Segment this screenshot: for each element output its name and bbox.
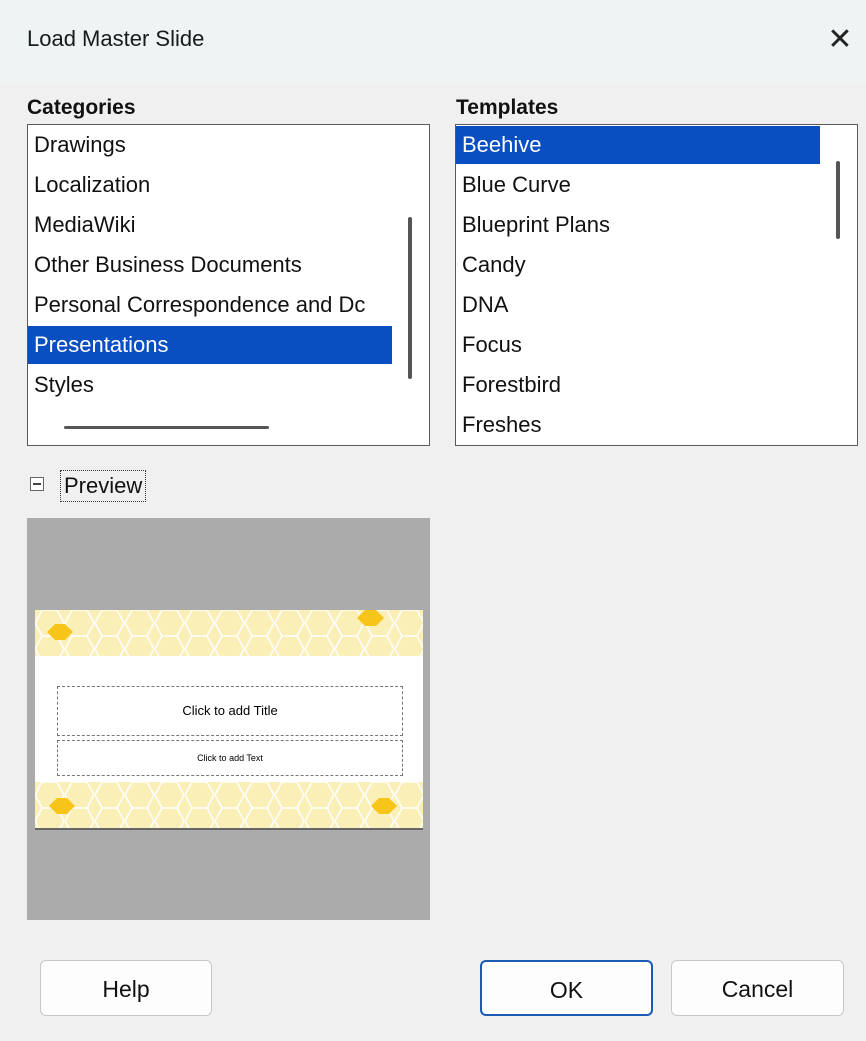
cancel-button[interactable]: Cancel xyxy=(671,960,844,1016)
templates-item[interactable]: Focus xyxy=(462,326,522,364)
slide-text-placeholder: Click to add Text xyxy=(57,740,403,776)
categories-item[interactable]: Presentations xyxy=(28,326,392,364)
categories-list[interactable]: Drawings Localization MediaWiki Other Busin… xyxy=(27,124,430,446)
categories-item[interactable]: MediaWiki xyxy=(34,206,135,244)
ok-button[interactable]: OK xyxy=(480,960,653,1016)
categories-item[interactable]: Personal Correspondence and Dc xyxy=(34,286,365,324)
categories-item[interactable]: Drawings xyxy=(34,126,126,164)
close-icon[interactable]: ✕ xyxy=(822,22,858,58)
templates-item[interactable]: Forestbird xyxy=(462,366,561,404)
categories-item[interactable]: Styles xyxy=(34,366,94,404)
dialog-title: Load Master Slide xyxy=(27,26,205,51)
templates-item[interactable]: Beehive xyxy=(456,126,820,164)
title-bar: Load Master Slide ✕ xyxy=(0,0,866,82)
templates-list[interactable]: Beehive Blue Curve Blueprint Plans Candy DNA… xyxy=(455,124,858,446)
templates-vertical-scrollbar[interactable] xyxy=(836,161,840,239)
honeycomb-bottom-band xyxy=(35,782,423,828)
categories-item[interactable]: Localization xyxy=(34,166,150,204)
preview-pane: Click to add Title Click to add Text xyxy=(27,518,430,920)
preview-toggle[interactable]: Preview xyxy=(60,470,147,502)
slide-title-placeholder: Click to add Title xyxy=(57,686,403,736)
templates-item[interactable]: DNA xyxy=(462,286,508,324)
collapse-icon[interactable] xyxy=(30,477,44,491)
categories-horizontal-scrollbar[interactable] xyxy=(64,426,269,429)
categories-header: Categories xyxy=(27,96,136,119)
templates-item[interactable]: Freshes xyxy=(462,406,541,444)
help-button[interactable]: Help xyxy=(40,960,212,1016)
templates-item[interactable]: Blueprint Plans xyxy=(462,206,610,244)
honeycomb-top-band xyxy=(35,610,423,656)
categories-item[interactable]: Other Business Documents xyxy=(34,246,302,284)
categories-vertical-scrollbar[interactable] xyxy=(408,217,412,379)
templates-item[interactable]: Blue Curve xyxy=(462,166,571,204)
slide-thumbnail: Click to add Title Click to add Text xyxy=(35,610,423,828)
templates-item[interactable]: Candy xyxy=(462,246,526,284)
templates-header: Templates xyxy=(456,96,559,119)
